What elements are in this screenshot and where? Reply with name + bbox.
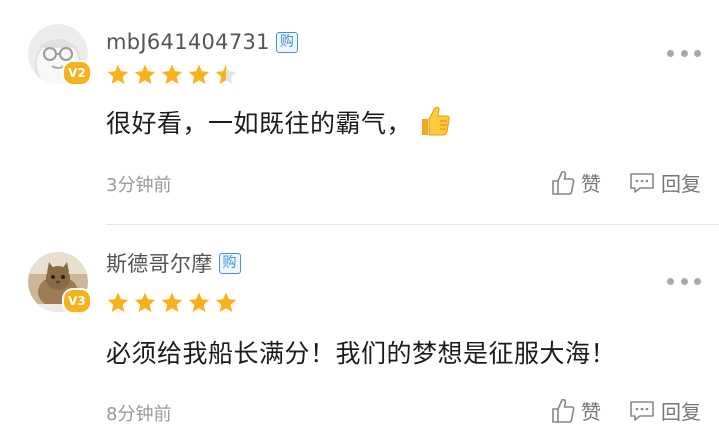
star-full-icon <box>188 292 210 312</box>
comment-item: V3 斯德哥尔摩 购 必须给我船长满分！我们的梦想是征服大海！ 8分钟前 赞 回… <box>0 226 719 440</box>
reply-label: 回复 <box>661 400 701 424</box>
star-full-icon <box>161 64 183 84</box>
username[interactable]: 斯德哥尔摩 <box>106 248 213 278</box>
dot-icon <box>694 277 701 285</box>
comment-bubble-icon <box>630 400 654 421</box>
comment-text: 必须给我船长满分！我们的梦想是征服大海！ <box>106 339 617 368</box>
comment-actions: 赞 回复 <box>551 396 701 425</box>
star-full-icon <box>134 64 156 84</box>
thumbs-up-outline-icon <box>552 170 575 195</box>
username[interactable]: mbJ641404731 <box>106 30 270 54</box>
more-options-button[interactable] <box>667 43 701 63</box>
dot-icon <box>680 277 688 285</box>
star-rating <box>106 291 238 315</box>
purchase-badge: 购 <box>275 31 298 53</box>
avatar[interactable]: V3 <box>28 252 92 314</box>
dot-icon <box>667 277 674 285</box>
level-badge: V2 <box>62 60 92 86</box>
reply-label: 回复 <box>661 172 701 196</box>
more-options-button[interactable] <box>667 271 701 291</box>
dot-icon <box>694 49 701 57</box>
dot-icon <box>667 49 674 57</box>
reply-button[interactable]: 回复 <box>629 396 701 425</box>
star-full-icon <box>107 292 129 312</box>
timestamp: 3分钟前 <box>106 175 172 196</box>
star-full-icon <box>188 64 210 84</box>
comment-item: V2 mbJ641404731 购 很好看，一如既往的霸气， 3分钟前 赞 回复 <box>0 0 719 224</box>
dot-icon <box>680 49 688 57</box>
like-button[interactable]: 赞 <box>551 168 601 197</box>
divider <box>106 224 719 225</box>
star-half-icon <box>215 64 237 84</box>
star-full-icon <box>134 292 156 312</box>
comment-list: V2 mbJ641404731 购 很好看，一如既往的霸气， 3分钟前 赞 回复… <box>0 0 719 440</box>
comment-actions: 赞 回复 <box>551 168 701 197</box>
reply-button[interactable]: 回复 <box>629 168 701 197</box>
thumbs-up-icon <box>418 104 452 144</box>
like-label: 赞 <box>581 400 601 424</box>
star-full-icon <box>215 292 237 312</box>
like-label: 赞 <box>581 172 601 196</box>
comment-bubble-icon <box>630 172 654 193</box>
avatar[interactable]: V2 <box>28 24 92 86</box>
like-button[interactable]: 赞 <box>551 396 601 425</box>
timestamp: 8分钟前 <box>106 404 172 425</box>
star-full-icon <box>107 64 129 84</box>
thumbs-up-outline-icon <box>552 398 575 423</box>
star-rating <box>106 63 238 87</box>
comment-text: 很好看，一如既往的霸气， <box>106 104 452 144</box>
purchase-badge: 购 <box>218 252 241 274</box>
level-badge: V3 <box>62 288 92 314</box>
star-full-icon <box>161 292 183 312</box>
